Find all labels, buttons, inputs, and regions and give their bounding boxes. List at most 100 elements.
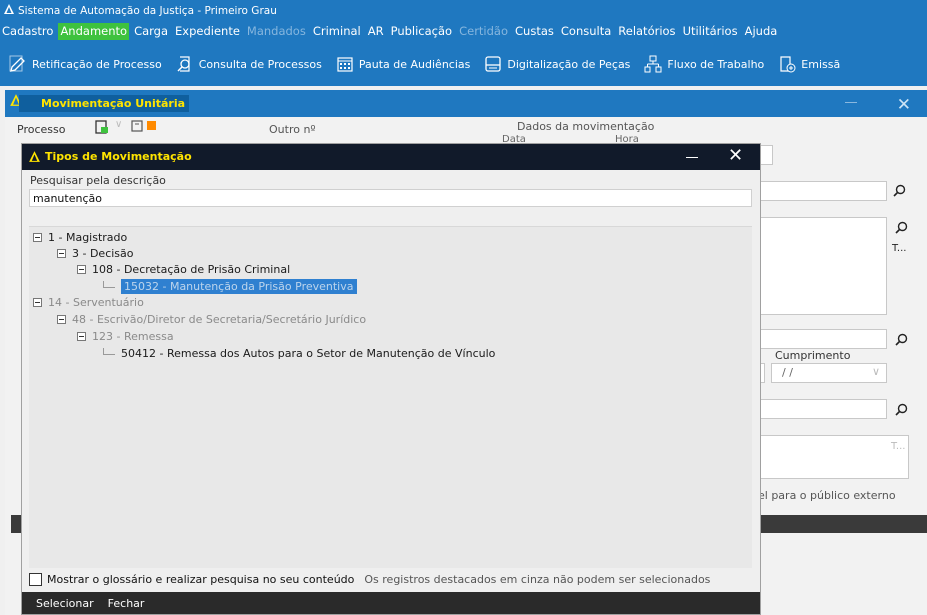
tree-node-magistrado[interactable]: 1 - Magistrado (33, 231, 127, 244)
menu-utilitarios[interactable]: Utilitários (681, 23, 740, 40)
menu-ar[interactable]: AR (366, 23, 386, 40)
menu-andamento[interactable]: Andamento (58, 23, 130, 40)
tree-node-escrivao: 48 - Escrivão/Diretor de Secretaria/Secr… (57, 313, 366, 326)
tree-node-serventuario: 14 - Serventuário (33, 296, 144, 309)
movimentacao-input[interactable] (755, 181, 887, 201)
toolbar-emissao-button[interactable]: Emissã (778, 55, 840, 73)
status-square-icon (147, 121, 156, 130)
dialog-titlebar: Tipos de Movimentação ✕ (22, 144, 760, 170)
glossary-checkbox-label[interactable]: Mostrar o glossário e realizar pesquisa … (47, 573, 354, 586)
app-title-bar: Sistema de Automação da Justiça - Primei… (0, 0, 927, 21)
tree-node-label: 48 - Escrivão/Diretor de Secretaria/Secr… (72, 313, 367, 326)
tree-node-label: 108 - Decretação de Prisão Criminal (92, 263, 291, 276)
minimize-button[interactable] (845, 102, 857, 103)
tree-node-manutencao-prisao[interactable]: 15032 - Manutenção da Prisão Preventiva (103, 279, 357, 294)
search-icon[interactable] (893, 184, 906, 197)
toolbar-fluxo-label: Fluxo de Trabalho (667, 57, 765, 71)
close-icon[interactable]: ✕ (728, 145, 743, 166)
toolbar-emissao-label: Emissã (801, 57, 841, 71)
toolbar-retificacao-button[interactable]: Retificação de Processo (9, 55, 162, 73)
collapse-icon[interactable] (57, 315, 66, 324)
tree-node-remessa: 123 - Remessa (77, 330, 174, 343)
new-doc-icon[interactable] (95, 120, 109, 134)
movement-type-tree: 1 - Magistrado 3 - Decisão 108 - Decreta… (29, 226, 752, 568)
close-icon[interactable]: ✕ (897, 95, 911, 115)
menu-criminal[interactable]: Criminal (311, 23, 363, 40)
chevron-down-icon[interactable]: ∨ (872, 365, 880, 378)
toolbar-fluxo-button[interactable]: Fluxo de Trabalho (644, 55, 764, 73)
dados-movimentacao-label: Dados da movimentação (517, 120, 655, 133)
toolbar-digitalizacao-button[interactable]: Digitalização de Peças (484, 55, 630, 73)
pencil-icon (9, 55, 25, 72)
tree-line (103, 280, 115, 288)
toolbar-pauta-label: Pauta de Audiências (358, 57, 471, 71)
tree-node-label: 14 - Serventuário (48, 296, 144, 309)
cumprimento-label: Cumprimento (775, 349, 851, 362)
menu-consulta[interactable]: Consulta (559, 23, 613, 40)
tree-node-label-selected: 15032 - Manutenção da Prisão Preventiva (121, 279, 357, 294)
collapse-icon[interactable] (77, 332, 86, 341)
workflow-icon (644, 55, 662, 73)
app-title: Sistema de Automação da Justiça - Primei… (18, 4, 277, 17)
responsavel-input[interactable] (755, 329, 887, 349)
search-icon[interactable] (895, 221, 908, 234)
tree-node-label: 50412 - Remessa dos Autos para o Setor d… (121, 347, 496, 360)
movimentacao-window-title: Movimentação Unitária (19, 95, 190, 112)
menu-mandados: Mandados (246, 24, 306, 38)
collapse-icon[interactable] (77, 265, 86, 274)
search-label: Pesquisar pela descrição (30, 174, 166, 187)
search-icon[interactable] (895, 403, 908, 416)
outro-numero-label: Outro nº (269, 123, 316, 136)
cumprimento-date-value: / / (782, 366, 793, 379)
select-button[interactable]: Selecionar (36, 597, 94, 610)
tree-line (103, 347, 115, 355)
toolbar-consulta-button[interactable]: Consulta de Processos (176, 55, 322, 73)
collapse-icon[interactable] (33, 298, 42, 307)
tree-node-remessa-autos[interactable]: 50412 - Remessa dos Autos para o Setor d… (103, 347, 495, 360)
tree-node-label: 3 - Decisão (72, 247, 134, 260)
glossary-option: Mostrar o glossário e realizar pesquisa … (29, 573, 710, 586)
dialog-footer: Selecionar Fechar (22, 592, 760, 614)
complemento-textarea[interactable] (755, 217, 887, 315)
menu-expediente[interactable]: Expediente (173, 23, 242, 40)
chevron-down-icon[interactable]: ∨ (115, 119, 122, 130)
collapse-icon[interactable] (57, 249, 66, 258)
toolbar-consulta-label: Consulta de Processos (198, 57, 322, 71)
menu-publicacao[interactable]: Publicação (389, 23, 455, 40)
cumprimento-date-input[interactable]: / / ∨ (771, 363, 887, 383)
clipboard-icon[interactable] (131, 120, 143, 132)
collapse-icon[interactable] (33, 233, 42, 242)
search-icon[interactable] (895, 333, 908, 346)
justice-logo-icon (29, 151, 40, 162)
publico-externo-label: el para o público externo (758, 489, 896, 502)
minimize-button[interactable] (686, 157, 698, 158)
documento-input[interactable] (755, 399, 887, 419)
observacao-textarea[interactable] (755, 435, 909, 479)
main-toolbar: Retificação de Processo Consulta de Proc… (0, 42, 927, 86)
close-button[interactable]: Fechar (108, 597, 145, 610)
menu-ajuda[interactable]: Ajuda (743, 23, 780, 40)
toolbar-retificacao-label: Retificação de Processo (32, 57, 162, 71)
tree-node-decisao[interactable]: 3 - Decisão (57, 247, 134, 260)
truncated-text-button[interactable]: T... (892, 243, 906, 254)
tree-node-decretacao[interactable]: 108 - Decretação de Prisão Criminal (77, 263, 290, 276)
menu-carga[interactable]: Carga (132, 23, 170, 40)
movimentacao-window-titlebar: Movimentação Unitária ✕ (5, 90, 927, 117)
main-menubar: Cadastro Andamento Carga Expediente Mand… (0, 21, 927, 42)
tipos-movimentacao-dialog: Tipos de Movimentação ✕ Pesquisar pela d… (21, 143, 761, 615)
search-input[interactable] (29, 189, 752, 207)
scanner-icon (485, 56, 502, 72)
menu-certidao: Certidão (459, 24, 509, 38)
glossary-checkbox[interactable] (29, 573, 42, 586)
menu-relatorios[interactable]: Relatórios (616, 23, 677, 40)
emission-icon (780, 56, 796, 73)
toolbar-pauta-button[interactable]: Pauta de Audiências (336, 55, 471, 73)
tree-node-label: 1 - Magistrado (48, 231, 128, 244)
calendar-icon (337, 57, 353, 72)
search-doc-icon (177, 56, 190, 72)
menu-cadastro[interactable]: Cadastro (0, 23, 55, 40)
grey-records-note: Os registros destacados em cinza não pod… (364, 573, 711, 586)
menu-custas[interactable]: Custas (513, 23, 556, 40)
truncated-text-button[interactable]: T... (891, 441, 905, 452)
dialog-title: Tipos de Movimentação (45, 150, 192, 163)
